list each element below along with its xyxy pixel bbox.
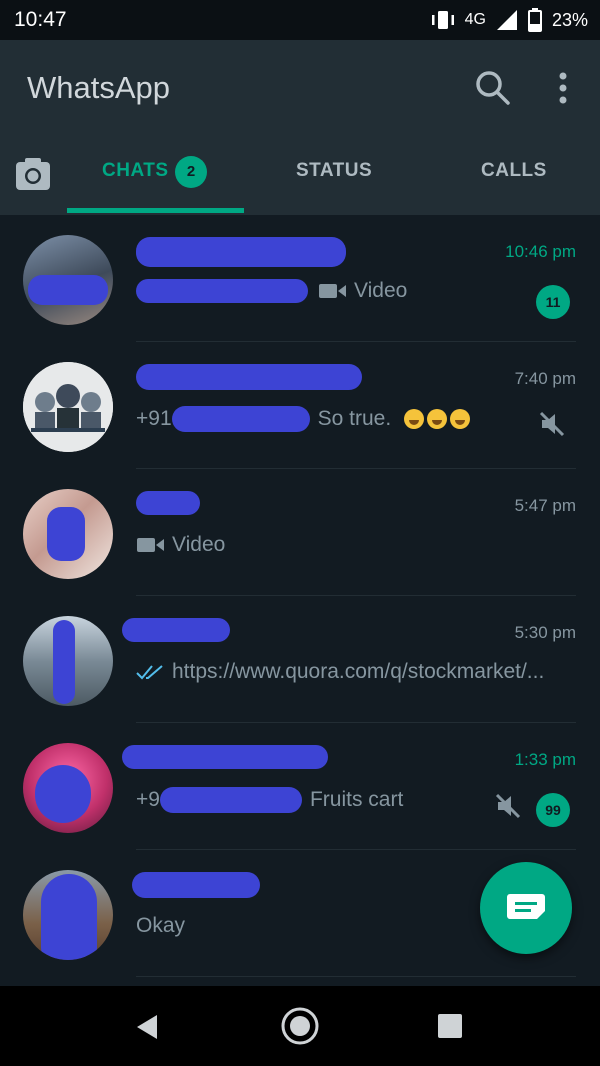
avatar[interactable] [23, 616, 113, 706]
chat-preview: +91 So true. [136, 406, 471, 432]
preview-text: Video [172, 533, 226, 556]
app-header: WhatsApp CHATS 2 STATUS CALLS [0, 40, 600, 215]
group-logo-image [23, 362, 113, 452]
recents-icon[interactable] [437, 1013, 463, 1039]
chat-name [132, 872, 260, 900]
redaction [136, 364, 362, 390]
chat-time: 7:40 pm [514, 369, 576, 388]
search-icon[interactable] [472, 68, 512, 108]
chat-preview: Video [136, 533, 225, 557]
status-time: 10:47 [14, 8, 67, 31]
avatar[interactable] [23, 743, 113, 833]
vibrate-icon [431, 11, 454, 29]
home-icon[interactable] [280, 1006, 320, 1046]
chat-row[interactable]: 5:47 pm Video [0, 469, 600, 596]
tab-calls[interactable]: CALLS [481, 160, 547, 182]
redaction [171, 406, 310, 432]
redaction [47, 507, 85, 561]
chat-time: 10:46 pm [505, 242, 576, 261]
avatar[interactable] [23, 489, 113, 579]
preview-sender: +91 [136, 407, 172, 430]
preview-text: Fruits cart [309, 788, 404, 811]
redaction [132, 872, 260, 898]
unread-count-badge: 99 [536, 793, 570, 827]
new-chat-icon [507, 894, 545, 919]
avatar[interactable] [23, 235, 113, 325]
chat-name [136, 237, 346, 267]
status-icons: 4G 23% [431, 6, 588, 34]
chat-name [122, 618, 230, 646]
menu-icon[interactable] [553, 68, 573, 108]
redaction [136, 491, 200, 515]
chat-preview: Video [136, 279, 407, 303]
new-chat-button[interactable] [480, 862, 572, 954]
chat-preview: Okay [136, 914, 185, 938]
mute-icon [495, 793, 521, 819]
chats-unread-badge: 2 [175, 156, 207, 188]
chat-preview: +9 Fruits cart [136, 787, 403, 813]
chat-row[interactable]: 1:33 pm +9 Fruits cart 99 [0, 723, 600, 850]
redaction [122, 618, 230, 642]
chat-row[interactable]: 7:40 pm +91 So true. [0, 342, 600, 469]
status-bar: 10:47 4G 23% [0, 0, 600, 40]
preview-text: Okay [136, 914, 186, 937]
redaction [28, 275, 108, 305]
laughing-emoji-icon [427, 409, 448, 429]
laughing-emoji-icon [404, 409, 425, 429]
video-icon [137, 538, 164, 552]
back-icon[interactable] [133, 1012, 163, 1042]
avatar[interactable] [23, 362, 113, 452]
double-check-icon [136, 665, 163, 680]
chat-time: 5:47 pm [514, 496, 576, 515]
system-nav-bar [0, 986, 600, 1066]
preview-text: https://www.quora.com/q/stockmarket/... [172, 660, 545, 683]
redaction [53, 620, 75, 704]
battery-icon [527, 8, 542, 32]
video-icon [319, 284, 346, 298]
redaction [136, 279, 308, 303]
chat-row[interactable]: 5:30 pm https://www.quora.com/q/stockmar… [0, 596, 600, 723]
chat-preview: https://www.quora.com/q/stockmarket/... [136, 660, 544, 684]
redaction [35, 765, 91, 823]
tab-status[interactable]: STATUS [296, 160, 372, 182]
chat-name [136, 491, 200, 519]
redaction [122, 745, 328, 769]
tab-chats[interactable]: CHATS [102, 160, 169, 182]
laughing-emoji-icon [450, 409, 471, 429]
chat-name [136, 364, 362, 392]
preview-text: Video [354, 279, 408, 302]
battery-level: 23% [551, 9, 588, 30]
preview-text: So true. [317, 407, 392, 430]
signal-icon [496, 10, 517, 30]
unread-count-badge: 11 [536, 285, 570, 319]
chat-time: 5:30 pm [514, 623, 576, 642]
app-title: WhatsApp [27, 70, 171, 105]
tab-indicator [67, 208, 244, 213]
redaction [159, 787, 302, 813]
divider [136, 976, 576, 977]
network-label: 4G [464, 11, 486, 28]
mute-icon [539, 411, 565, 437]
chat-name [122, 745, 328, 773]
camera-icon[interactable] [14, 156, 52, 192]
redaction [136, 237, 346, 267]
chat-time: 1:33 pm [514, 750, 576, 769]
avatar[interactable] [23, 870, 113, 960]
chat-row[interactable]: 10:46 pm Video 11 [0, 215, 600, 342]
preview-sender: +9 [136, 788, 160, 811]
redaction [41, 874, 97, 960]
